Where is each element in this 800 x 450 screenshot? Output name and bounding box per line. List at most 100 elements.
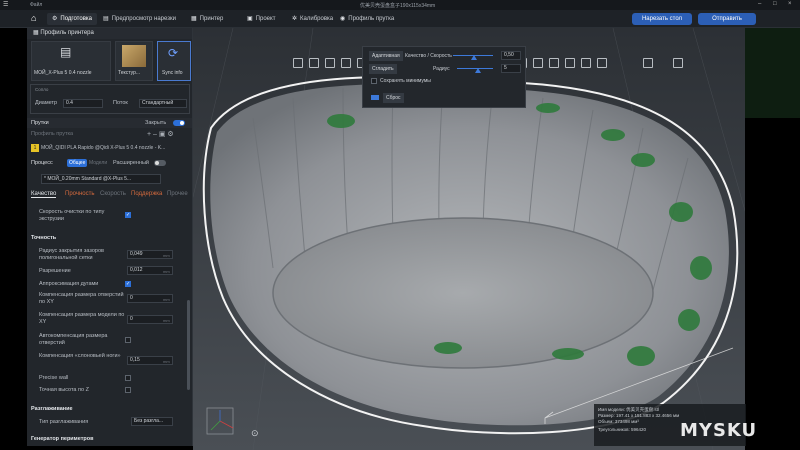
- unit-label: mm: [163, 297, 170, 302]
- settings-panel: ▦ Профиль принтера ▤ МОЙ_X-Plus 5 0.4 no…: [27, 28, 193, 446]
- flow-label: Поток: [113, 100, 128, 106]
- printer-card[interactable]: ▤ МОЙ_X-Plus 5 0.4 nozzle: [31, 41, 111, 81]
- gap-close-label: Радиус закрытия зазоров полигональной се…: [39, 248, 104, 261]
- view-icon[interactable]: [597, 58, 607, 68]
- orient-icon[interactable]: [325, 58, 335, 68]
- filament-profile-label: Профиль прутка: [31, 131, 74, 137]
- filament-section-title: Прутки: [31, 120, 49, 126]
- assembly-icon[interactable]: [565, 58, 575, 68]
- process-mode-basic[interactable]: Общее: [67, 159, 88, 167]
- sync-icon: ⟳: [168, 46, 179, 60]
- sliders-icon: ⚙: [52, 16, 58, 22]
- arrange-icon[interactable]: [341, 58, 351, 68]
- precise-z-checkbox[interactable]: [125, 387, 131, 393]
- seam-paint-icon[interactable]: [533, 58, 543, 68]
- left-margin: [0, 28, 27, 450]
- precise-wall-checkbox[interactable]: [125, 375, 131, 381]
- plate-card[interactable]: Текстур...: [115, 41, 153, 81]
- tab-project[interactable]: ▣ Проект: [242, 13, 280, 25]
- process-profile-select[interactable]: * МОЙ_0.20mm Standard @X-Plus 5...: [41, 174, 161, 184]
- tab-prepare[interactable]: ⚙ Подготовка: [47, 13, 97, 25]
- scrollbar[interactable]: [187, 300, 190, 390]
- wipe-speed-checkbox[interactable]: [125, 212, 131, 218]
- project-icon: ▣: [247, 16, 253, 22]
- subtab-speed[interactable]: Скорость: [100, 191, 126, 197]
- arc-fitting-label: Аппроксимация дугами: [39, 281, 99, 287]
- preview-icon: ▤: [103, 16, 109, 22]
- quality-speed-knob[interactable]: [471, 55, 477, 60]
- reset-button[interactable]: Сброс: [383, 93, 404, 103]
- filament-section-header: Прутки Закрыть: [27, 118, 192, 128]
- window-title: 优美贝壳蛋盘盒子190x115x34mm: [360, 3, 436, 9]
- printer-name: МОЙ_X-Plus 5 0.4 nozzle: [34, 70, 92, 76]
- subtab-support[interactable]: Поддержка: [131, 191, 162, 197]
- keep-min-checkbox[interactable]: [371, 78, 377, 84]
- sync-button[interactable]: ⟳ Sync info: [157, 41, 191, 81]
- unit-label: mm: [163, 359, 170, 364]
- nozzle-group-label: Сопло: [35, 87, 49, 92]
- layers-icon[interactable]: [673, 58, 683, 68]
- resolution-label: Разрешение: [39, 268, 71, 274]
- color-paint-icon[interactable]: [549, 58, 559, 68]
- filament-name[interactable]: МОЙ_QIDI PLA Rapido @Qidi X-Plus 5 0.4 n…: [41, 145, 165, 151]
- quality-speed-input[interactable]: 0,50: [501, 51, 521, 60]
- close-icon[interactable]: ×: [788, 1, 792, 7]
- advanced-toggle[interactable]: [154, 160, 166, 166]
- accuracy-section-title: Точность: [31, 235, 57, 241]
- subtab-strength[interactable]: Прочность: [65, 191, 95, 197]
- ironing-type-select[interactable]: Без разгла...: [131, 417, 173, 426]
- tab-filament-profile[interactable]: ◉ Профиль прутка: [335, 13, 399, 25]
- diameter-label: Диаметр: [35, 100, 58, 106]
- tab-preview[interactable]: ▤ Предпросмотр нарезки: [98, 13, 181, 25]
- adaptive-button[interactable]: Адаптивная: [369, 51, 403, 61]
- auto-hole-comp-label: Автокомпенсация размера отверстий: [39, 333, 108, 346]
- add-object-icon[interactable]: [293, 58, 303, 68]
- add-plate-icon[interactable]: [309, 58, 319, 68]
- calibration-icon: ✲: [292, 16, 298, 22]
- maximize-icon[interactable]: □: [773, 1, 777, 7]
- flow-select[interactable]: Стандартный: [139, 99, 187, 108]
- diameter-select[interactable]: 0.4: [63, 99, 103, 108]
- radius-input[interactable]: 5: [501, 64, 521, 73]
- printer-icon: ▦: [191, 16, 197, 22]
- precise-z-label: Точная высота по Z: [39, 387, 89, 393]
- close-label: Закрыть: [145, 120, 167, 126]
- precise-wall-label: Precise wall: [39, 375, 69, 381]
- printer-model-icon: ▤: [60, 45, 72, 59]
- hamburger-icon[interactable]: ☰: [3, 1, 8, 8]
- measure-icon[interactable]: [581, 58, 591, 68]
- main-toolbar: ⌂ ⚙ Подготовка ▤ Предпросмотр нарезки ▦ При…: [0, 10, 800, 28]
- advanced-label: Расширенный: [113, 160, 149, 166]
- unit-label: mm: [163, 253, 170, 258]
- slice-button[interactable]: Нарезать стол: [632, 13, 692, 25]
- process-label: Процесс: [31, 160, 53, 166]
- adaptive-layer-popover: Адаптивная Качество / Скорость 0,50 Сгла…: [362, 46, 526, 108]
- wipe-speed-label: Скорость очистки по типу экструзии: [39, 209, 105, 222]
- smooth-button[interactable]: Сгладить: [369, 64, 397, 74]
- tab-calibration[interactable]: ✲ Калибровка: [287, 13, 338, 25]
- watermark-logo: MYSKU: [680, 420, 758, 441]
- ruler-icon[interactable]: [643, 58, 653, 68]
- process-mode-model[interactable]: Модели: [89, 160, 107, 166]
- file-menu[interactable]: Файл: [30, 2, 42, 8]
- subtab-other[interactable]: Прочее: [167, 191, 188, 197]
- filament-tool-icons[interactable]: + – ▣ ⚙: [147, 130, 174, 138]
- minimize-icon[interactable]: –: [758, 1, 761, 7]
- elephant-foot-label: Компенсация «слоновьей ноги»: [39, 353, 121, 359]
- radius-label: Радиус: [433, 66, 450, 72]
- ironing-type-label: Тип разглаживания: [39, 419, 89, 425]
- auto-hole-comp-checkbox[interactable]: [125, 337, 131, 343]
- arc-fitting-checkbox[interactable]: [125, 281, 131, 287]
- model-comp-label: Компенсация размера модели по XY: [39, 312, 125, 325]
- nozzle-group: Сопло Диаметр 0.4 Поток Стандартный: [30, 84, 190, 114]
- layer-bar-icon: [371, 95, 379, 100]
- screenshot-icon[interactable]: ⊙: [251, 428, 259, 439]
- radius-knob[interactable]: [475, 68, 481, 73]
- send-button[interactable]: Отправить: [698, 13, 756, 25]
- tab-printer[interactable]: ▦ Принтер: [186, 13, 228, 25]
- subtab-quality[interactable]: Качество: [31, 191, 57, 198]
- plate-texture-icon: [122, 45, 146, 67]
- close-toggle[interactable]: [173, 120, 185, 126]
- home-icon[interactable]: ⌂: [31, 13, 36, 23]
- filament-icon: ◉: [340, 16, 346, 22]
